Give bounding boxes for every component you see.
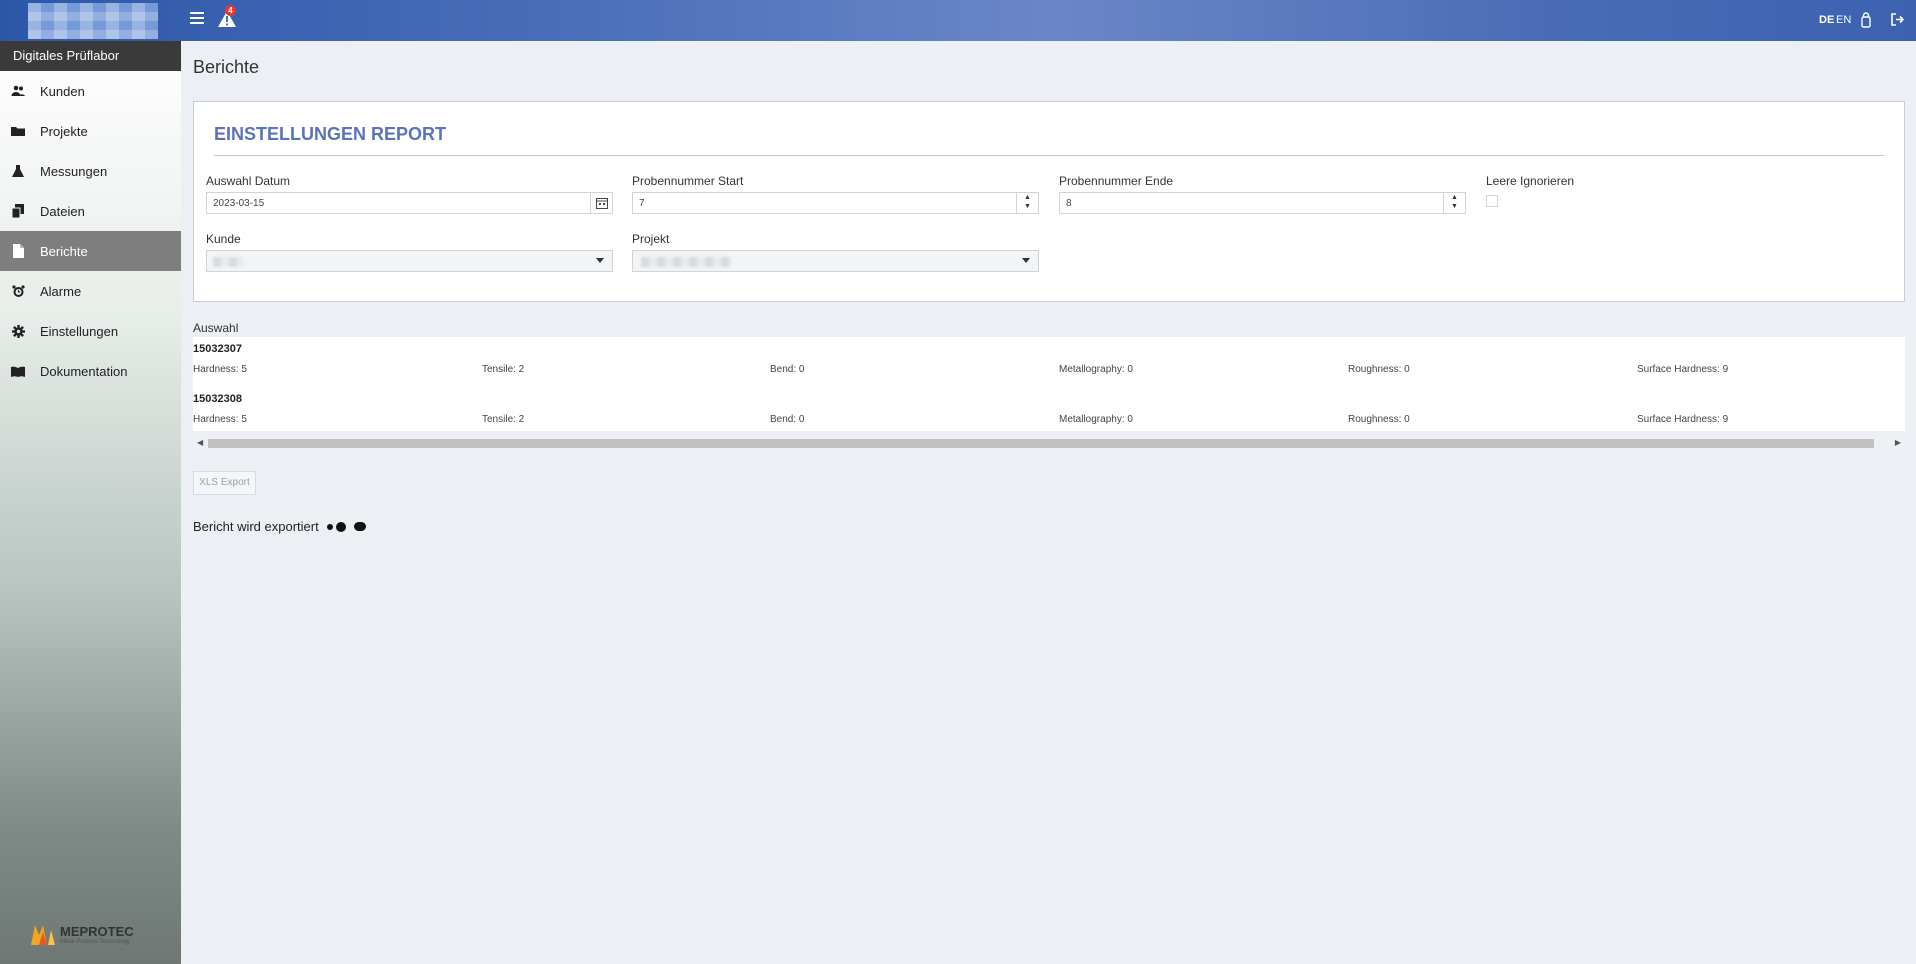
sidebar: Digitales Prüflabor Kunden Projekte Mess…	[0, 41, 181, 964]
company-logo[interactable]	[28, 3, 158, 39]
meprotec-brand: MEPROTEC Metal Process Technology	[30, 922, 134, 946]
sample-end-input[interactable]: 8 ▲ ▼	[1059, 192, 1466, 214]
menu-toggle-icon[interactable]	[190, 12, 204, 26]
sidebar-item-label: Einstellungen	[40, 323, 119, 339]
sample-start-input[interactable]: 7 ▲ ▼	[632, 192, 1039, 214]
sample-start-value: 7	[639, 198, 645, 209]
page-title: Berichte	[193, 57, 260, 77]
ignore-empty-checkbox[interactable]	[1486, 195, 1498, 207]
user-icon[interactable]	[1859, 12, 1873, 28]
scroll-right-icon[interactable]: ▶	[1895, 438, 1901, 447]
metric-hardness: Hardness: 5	[193, 364, 247, 375]
sidebar-item-label: Projekte	[40, 123, 88, 139]
redacted-value	[213, 257, 243, 267]
number-stepper[interactable]: ▲ ▼	[1016, 193, 1038, 213]
alarm-clock-icon	[11, 284, 25, 298]
meprotec-logo-icon	[31, 925, 55, 945]
sidebar-item-label: Dokumentation	[40, 363, 128, 379]
loading-spinner-icon	[326, 521, 366, 532]
chevron-down-icon	[596, 258, 604, 263]
flask-icon	[11, 164, 25, 178]
language-en-link[interactable]: EN	[1836, 14, 1851, 26]
date-input[interactable]: 2023-03-15	[206, 192, 613, 214]
selection-label: Auswahl	[193, 321, 239, 335]
files-icon	[11, 204, 25, 218]
sidebar-item-kunden[interactable]: Kunden	[0, 71, 181, 111]
metric-tensile: Tensile: 2	[482, 364, 525, 375]
main-content: Berichte EINSTELLUNGEN REPORT Auswahl Da…	[181, 41, 1916, 964]
scrollbar-thumb[interactable]	[208, 439, 1874, 448]
top-bar: 4 DE EN	[0, 0, 1916, 41]
brand-name: MEPROTEC	[60, 923, 134, 939]
project-label: Projekt	[632, 232, 670, 246]
date-label: Auswahl Datum	[206, 174, 291, 188]
sidebar-item-dateien[interactable]: Dateien	[0, 191, 181, 231]
metric-surface-hardness: Surface Hardness: 9	[1637, 414, 1729, 425]
number-stepper[interactable]: ▲ ▼	[1443, 193, 1465, 213]
folder-icon	[11, 124, 25, 138]
metric-metallography: Metallography: 0	[1059, 364, 1133, 375]
report-settings-card: EINSTELLUNGEN REPORT Auswahl Datum 2023-…	[193, 101, 1905, 302]
horizontal-scrollbar[interactable]: ◀ ▶	[193, 437, 1905, 449]
scroll-left-icon[interactable]: ◀	[197, 438, 203, 447]
sidebar-item-einstellungen[interactable]: Einstellungen	[0, 311, 181, 351]
metric-bend: Bend: 0	[770, 414, 805, 425]
metric-metallography: Metallography: 0	[1059, 414, 1133, 425]
selection-results: 15032307 Hardness: 5 Tensile: 2 Bend: 0 …	[193, 337, 1905, 431]
customer-select[interactable]	[206, 250, 613, 272]
file-icon	[11, 244, 25, 258]
calendar-icon[interactable]	[590, 193, 612, 213]
sample-start-label: Probennummer Start	[632, 174, 744, 188]
gear-icon	[11, 324, 25, 338]
language-de-link[interactable]: DE	[1819, 14, 1834, 26]
users-icon	[11, 84, 25, 98]
sidebar-title: Digitales Prüflabor	[0, 41, 181, 71]
brand-tagline: Metal Process Technology	[60, 938, 130, 945]
metric-hardness: Hardness: 5	[193, 414, 247, 425]
sidebar-item-alarme[interactable]: Alarme	[0, 271, 181, 311]
date-value: 2023-03-15	[213, 198, 265, 209]
metric-bend: Bend: 0	[770, 364, 805, 375]
chevron-down-icon	[1022, 258, 1030, 263]
sidebar-item-label: Berichte	[40, 243, 88, 259]
metric-surface-hardness: Surface Hardness: 9	[1637, 364, 1729, 375]
sidebar-item-berichte[interactable]: Berichte	[0, 231, 181, 271]
xls-export-button[interactable]: XLS Export	[193, 471, 256, 495]
sample-end-label: Probennummer Ende	[1059, 174, 1174, 188]
sidebar-item-dokumentation[interactable]: Dokumentation	[0, 351, 181, 391]
card-title: EINSTELLUNGEN REPORT	[214, 124, 447, 144]
ignore-empty-label: Leere Ignorieren	[1486, 174, 1575, 188]
project-select[interactable]	[632, 250, 1039, 272]
alert-count-badge: 4	[225, 5, 236, 16]
card-divider	[214, 155, 1884, 156]
redacted-value	[641, 257, 731, 267]
sidebar-item-label: Kunden	[40, 83, 85, 99]
book-icon	[11, 364, 25, 378]
sidebar-item-label: Messungen	[40, 163, 108, 179]
sidebar-item-label: Dateien	[40, 203, 85, 219]
sample-id: 15032308	[193, 393, 242, 405]
metric-roughness: Roughness: 0	[1348, 414, 1410, 425]
export-status-text: Bericht wird exportiert	[193, 519, 319, 534]
sidebar-item-projekte[interactable]: Projekte	[0, 111, 181, 151]
sidebar-item-label: Alarme	[40, 283, 82, 299]
metric-roughness: Roughness: 0	[1348, 364, 1410, 375]
export-status: Bericht wird exportiert	[193, 519, 366, 534]
metric-tensile: Tensile: 2	[482, 414, 525, 425]
sample-id: 15032307	[193, 343, 242, 355]
sidebar-item-messungen[interactable]: Messungen	[0, 151, 181, 191]
logout-icon[interactable]	[1890, 12, 1905, 27]
sample-end-value: 8	[1066, 198, 1072, 209]
customer-label: Kunde	[206, 232, 241, 246]
